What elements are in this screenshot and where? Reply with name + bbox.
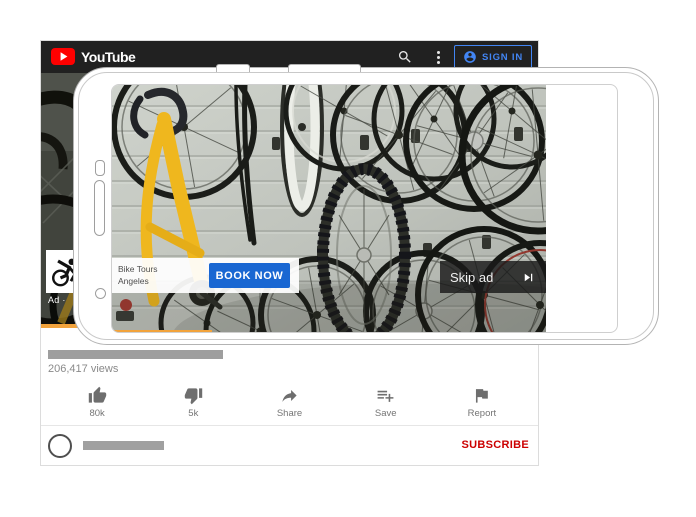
share-label: Share: [276, 408, 303, 419]
account-circle-icon: [464, 51, 476, 63]
share-button[interactable]: Share: [241, 386, 337, 422]
advertiser-line1: Bike Tours: [118, 264, 158, 274]
phone-video-frame: Bike Tours Angeles BOOK NOW Skip ad: [112, 85, 546, 332]
youtube-logo[interactable]: YouTube: [51, 48, 136, 65]
dislike-button[interactable]: 5k: [145, 386, 241, 422]
save-label: Save: [374, 408, 397, 419]
playlist-add-icon: [377, 390, 394, 402]
like-button[interactable]: 80k: [49, 386, 145, 422]
skip-ad-button[interactable]: Skip ad: [440, 261, 546, 293]
ad-badge: Ad ·: [48, 295, 66, 305]
bike-shop-video-still: [112, 85, 546, 332]
advertiser-name: Bike Tours Angeles: [118, 263, 158, 287]
channel-name-placeholder: [83, 441, 164, 450]
report-button[interactable]: Report: [434, 386, 530, 422]
phone-speaker: [94, 180, 105, 236]
ad-overlay-panel[interactable]: Bike Tours Angeles BOOK NOW: [112, 258, 299, 293]
save-button[interactable]: Save: [338, 386, 434, 422]
video-title-placeholder: [48, 350, 223, 359]
overflow-menu-icon[interactable]: [433, 49, 443, 65]
phone-screen: Bike Tours Angeles BOOK NOW Skip ad: [111, 84, 618, 333]
subscribe-button[interactable]: SUBSCRIBE: [462, 439, 530, 451]
phone-home-button: [95, 288, 106, 299]
brand-wordmark: YouTube: [81, 48, 136, 65]
action-bar: 80k 5k Share Save Report: [49, 386, 530, 422]
youtube-play-logo-icon: [51, 48, 75, 65]
dislike-count: 5k: [188, 408, 199, 419]
book-now-button[interactable]: BOOK NOW: [209, 263, 290, 288]
channel-avatar[interactable]: [48, 434, 72, 458]
like-count: 80k: [89, 408, 105, 419]
phone-camera: [95, 160, 105, 176]
thumb-up-icon: [88, 386, 106, 403]
search-icon[interactable]: [397, 49, 413, 65]
share-icon: [282, 389, 297, 402]
flag-icon: [476, 389, 489, 403]
skip-ad-label: Skip ad: [450, 269, 494, 285]
phone-ad-progress-bar: [112, 330, 212, 332]
sign-in-button[interactable]: SIGN IN: [454, 45, 532, 69]
sign-in-label: SIGN IN: [482, 51, 523, 63]
screenshot-canvas: YouTube SIGN IN Ad · 206,417 views 80k 5…: [0, 0, 696, 517]
advertiser-line2: Angeles: [118, 276, 149, 286]
skip-next-icon: [524, 273, 533, 281]
view-count: 206,417 views: [48, 363, 119, 375]
phone-frame: Bike Tours Angeles BOOK NOW Skip ad: [73, 64, 659, 345]
thumb-down-icon: [184, 388, 203, 405]
report-label: Report: [467, 408, 497, 419]
channel-row: SUBSCRIBE: [41, 426, 538, 465]
